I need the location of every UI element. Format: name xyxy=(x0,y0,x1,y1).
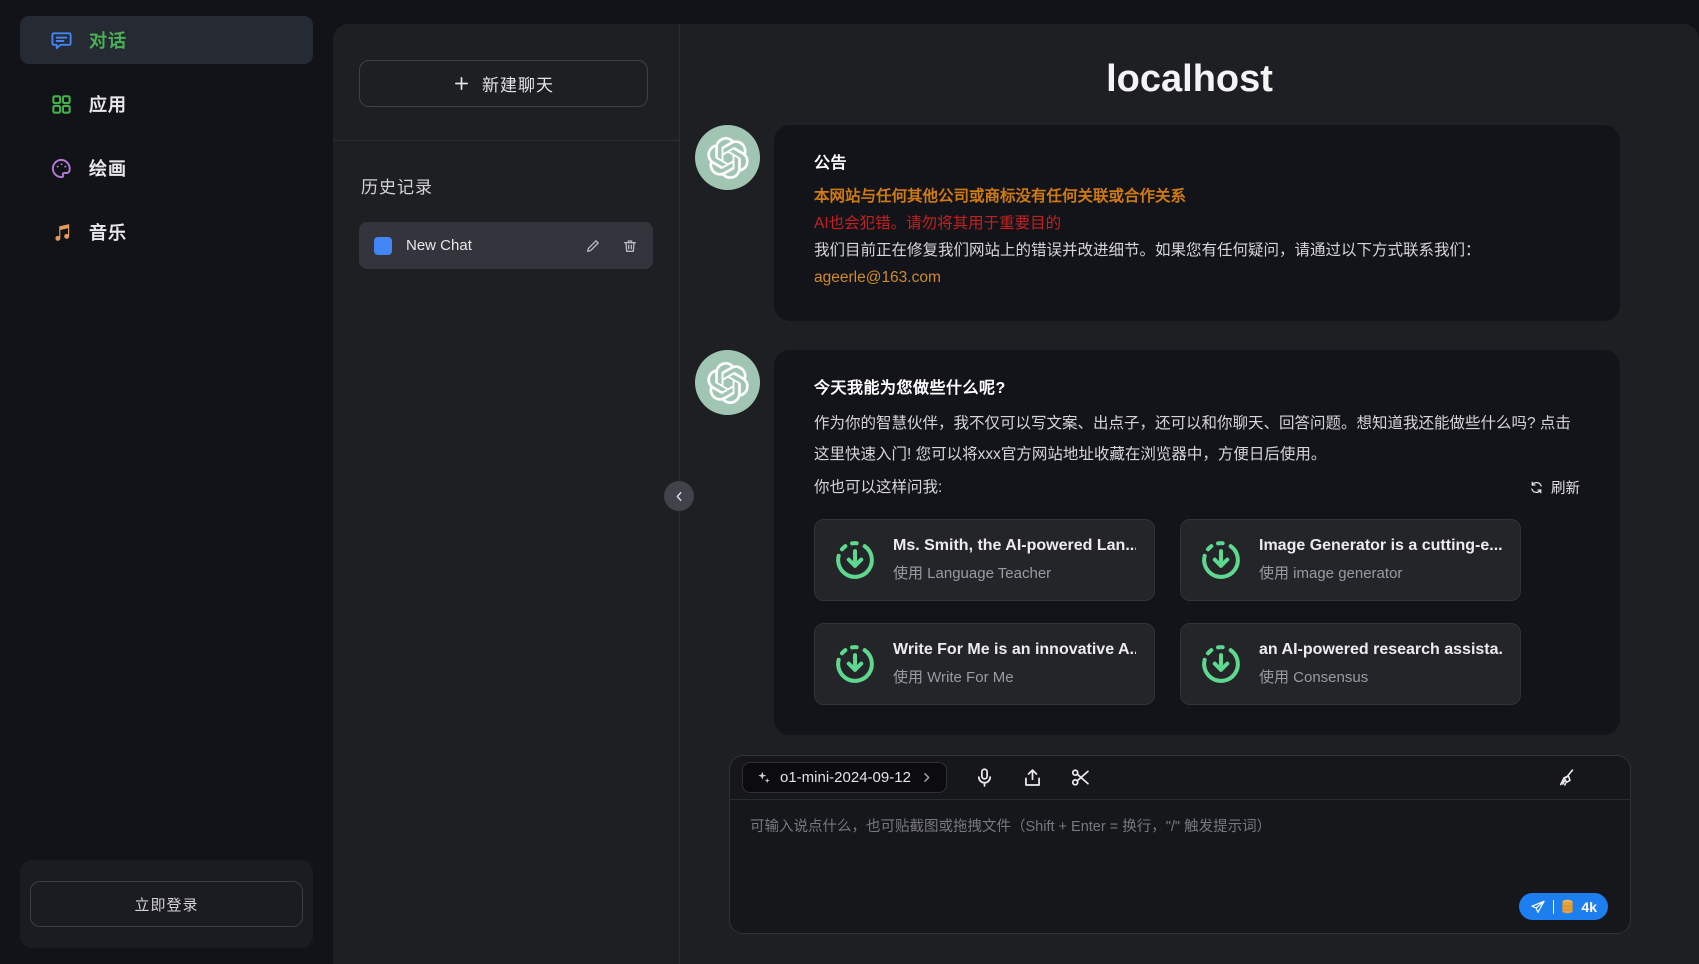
message-input[interactable] xyxy=(730,800,1630,933)
chevron-left-icon xyxy=(672,489,687,504)
download-circle-icon xyxy=(1199,538,1243,582)
ask-hint: 你也可以这样问我: xyxy=(814,472,942,503)
suggestion-title: Write For Me is an innovative A... xyxy=(893,641,1136,659)
announcement-bubble: 公告 本网站与任何其他公司或商标没有任何关联或合作关系 AI也会犯错。请勿将其用… xyxy=(774,125,1620,321)
refresh-label: 刷新 xyxy=(1551,477,1580,498)
main-chat-area: localhost 公告 本网站与任何其他公司或商标没有任何关联或合作关系 AI… xyxy=(680,24,1699,964)
announcement-heading: 公告 xyxy=(814,149,1580,173)
assistant-avatar xyxy=(695,350,760,415)
chat-color-swatch xyxy=(374,237,392,255)
greeting-body: 作为你的智慧伙伴，我不仅可以写文案、出点子，还可以和你聊天、回答问题。想知道我还… xyxy=(814,408,1580,470)
suggestion-card[interactable]: Write For Me is an innovative A... 使用 Wr… xyxy=(814,623,1155,705)
music-note-icon xyxy=(50,221,73,244)
suggestion-title: an AI-powered research assista... xyxy=(1259,641,1502,659)
chat-bubble-icon xyxy=(50,29,73,52)
announcement-line: 我们目前正在修复我们网站上的错误并改进细节。如果您有任何疑问，请通过以下方式联系… xyxy=(814,237,1580,264)
message-announcement: 公告 本网站与任何其他公司或商标没有任何关联或合作关系 AI也会犯错。请勿将其用… xyxy=(695,125,1620,321)
new-chat-label: 新建聊天 xyxy=(482,71,554,96)
announcement-line: 本网站与任何其他公司或商标没有任何关联或合作关系 xyxy=(814,183,1580,210)
sidebar-item-label: 对话 xyxy=(89,27,127,53)
content-panel: 新建聊天 历史记录 New Chat xyxy=(333,24,1699,964)
openai-logo-icon xyxy=(707,362,749,404)
history-item-new-chat[interactable]: New Chat xyxy=(359,222,653,269)
hint-row: 你也可以这样问我: 刷新 xyxy=(814,472,1580,503)
scissors-icon[interactable] xyxy=(1070,767,1091,788)
sidebar-item-chat[interactable]: 对话 xyxy=(20,16,313,64)
suggestion-card[interactable]: an AI-powered research assista... 使用 Con… xyxy=(1180,623,1521,705)
suggestion-subtitle: 使用 Language Teacher xyxy=(893,562,1136,583)
chat-list-divider xyxy=(333,140,679,141)
greeting-bubble: 今天我能为您做些什么呢? 作为你的智慧伙伴，我不仅可以写文案、出点子，还可以和你… xyxy=(774,350,1620,735)
message-greeting: 今天我能为您做些什么呢? 作为你的智慧伙伴，我不仅可以写文案、出点子，还可以和你… xyxy=(695,350,1620,735)
greeting-heading: 今天我能为您做些什么呢? xyxy=(814,374,1580,398)
model-selector[interactable]: o1-mini-2024-09-12 xyxy=(742,762,947,793)
suggestion-title: Image Generator is a cutting-e... xyxy=(1259,537,1502,555)
sidebar-item-label: 应用 xyxy=(89,91,127,117)
page-title: localhost xyxy=(680,58,1699,101)
sidebar-item-music[interactable]: 音乐 xyxy=(20,208,313,256)
sparkles-icon xyxy=(756,770,771,785)
delete-icon[interactable] xyxy=(622,238,638,254)
suggestion-subtitle: 使用 Consensus xyxy=(1259,666,1502,687)
new-chat-button[interactable]: 新建聊天 xyxy=(359,60,648,107)
send-divider xyxy=(1553,900,1555,914)
suggestion-subtitle: 使用 image generator xyxy=(1259,562,1502,583)
sidebar-item-apps[interactable]: 应用 xyxy=(20,80,313,128)
app-root: 对话 应用 绘画 xyxy=(0,0,1699,964)
token-count-badge: 4k xyxy=(1581,899,1597,915)
sidebar-spacer xyxy=(20,272,313,860)
suggestion-title: Ms. Smith, the AI-powered Lan... xyxy=(893,537,1136,555)
contact-email-link[interactable]: ageerle@163.com xyxy=(814,264,1580,291)
upload-icon[interactable] xyxy=(1022,767,1043,788)
model-name: o1-mini-2024-09-12 xyxy=(780,769,911,786)
chat-list-panel: 新建聊天 历史记录 New Chat xyxy=(333,24,680,964)
paper-plane-icon xyxy=(1530,899,1546,915)
history-title: 历史记录 xyxy=(361,173,651,198)
suggestion-card[interactable]: Ms. Smith, the AI-powered Lan... 使用 Lang… xyxy=(814,519,1155,601)
sidebar-item-label: 绘画 xyxy=(89,155,127,181)
chevron-right-icon xyxy=(920,771,933,784)
download-circle-icon xyxy=(833,642,877,686)
coins-icon xyxy=(1561,899,1574,914)
broom-clear-icon[interactable] xyxy=(1555,767,1576,788)
assistant-avatar xyxy=(695,125,760,190)
composer: o1-mini-2024-09-12 xyxy=(729,755,1631,934)
edit-icon[interactable] xyxy=(585,238,601,254)
login-card: 立即登录 xyxy=(20,860,313,948)
sidebar: 对话 应用 绘画 xyxy=(0,0,333,964)
refresh-suggestions-button[interactable]: 刷新 xyxy=(1529,477,1580,498)
collapse-sidebar-button[interactable] xyxy=(664,481,694,511)
suggestion-card[interactable]: Image Generator is a cutting-e... 使用 ima… xyxy=(1180,519,1521,601)
login-button[interactable]: 立即登录 xyxy=(30,881,303,927)
plus-icon xyxy=(453,75,470,92)
grid-icon xyxy=(50,93,73,116)
refresh-icon xyxy=(1529,480,1544,495)
history-item-title: New Chat xyxy=(406,237,571,254)
download-circle-icon xyxy=(1199,642,1243,686)
announcement-line: AI也会犯错。请勿将其用于重要目的 xyxy=(814,210,1580,237)
suggestion-subtitle: 使用 Write For Me xyxy=(893,666,1136,687)
sidebar-item-draw[interactable]: 绘画 xyxy=(20,144,313,192)
send-button[interactable]: 4k xyxy=(1519,893,1608,920)
composer-toolbar: o1-mini-2024-09-12 xyxy=(730,756,1630,800)
suggestion-cards: Ms. Smith, the AI-powered Lan... 使用 Lang… xyxy=(814,519,1580,705)
sidebar-item-label: 音乐 xyxy=(89,219,127,245)
openai-logo-icon xyxy=(707,137,749,179)
palette-icon xyxy=(50,157,73,180)
microphone-icon[interactable] xyxy=(974,767,995,788)
download-circle-icon xyxy=(833,538,877,582)
